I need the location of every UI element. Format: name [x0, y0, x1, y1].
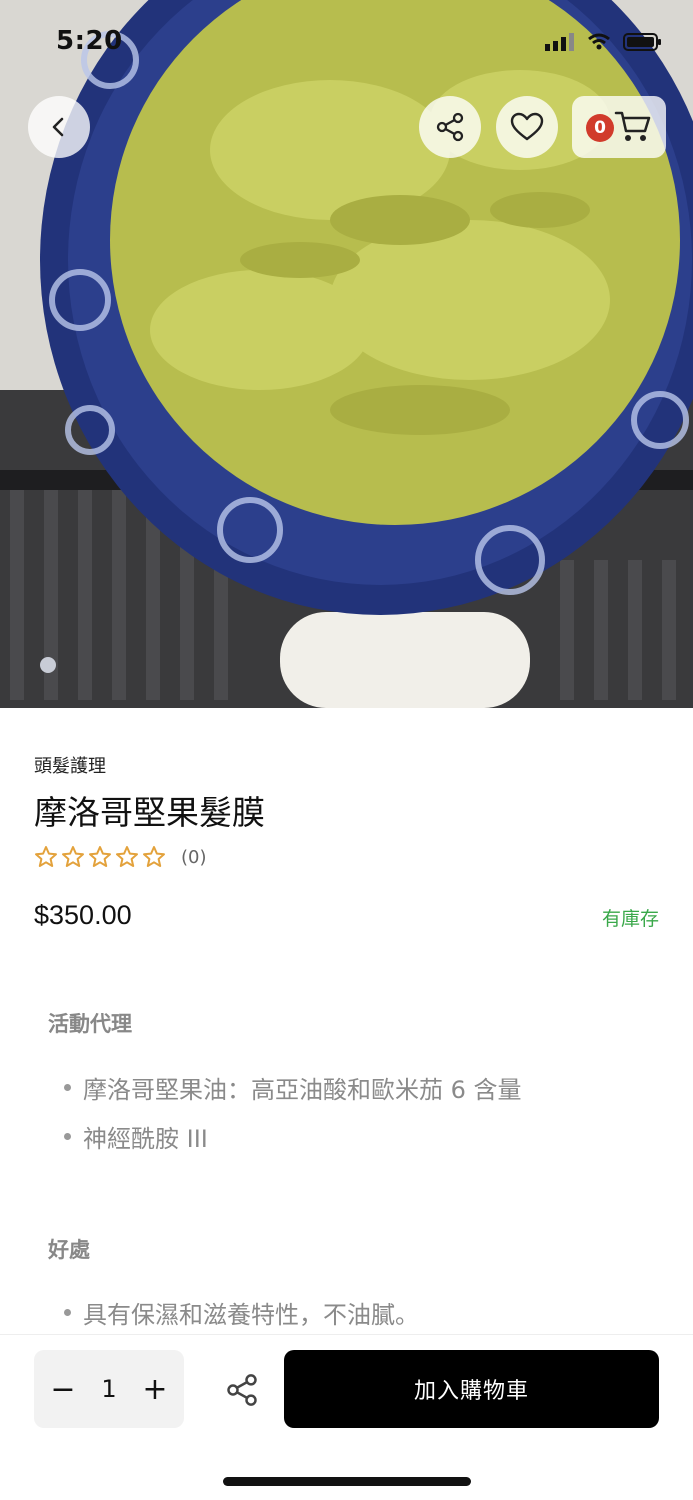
wifi-icon	[588, 33, 610, 50]
star-icon	[35, 846, 57, 867]
star-icon	[62, 846, 84, 867]
signal-icon	[545, 33, 574, 51]
cart-icon	[614, 111, 651, 141]
list-item-text: 摩洛哥堅果油：高亞油酸和歐米茄 6 含量	[83, 1076, 522, 1104]
product-page: 5:20 0 頭髮護理 摩洛哥堅果髮膜 (0) $350.00 有庫存 活動代理…	[0, 0, 693, 1500]
add-to-cart-button[interactable]: 加入購物車	[284, 1350, 659, 1428]
product-title: 摩洛哥堅果髮膜	[34, 793, 265, 832]
product-category[interactable]: 頭髮護理	[34, 752, 106, 778]
quantity-value: 1	[101, 1375, 117, 1403]
cart-button[interactable]: 0	[572, 96, 666, 158]
list-item: 摩洛哥堅果油：高亞油酸和歐米茄 6 含量	[64, 1070, 522, 1105]
share-icon	[436, 112, 464, 142]
list-item-text: 具有保濕和滋養特性，不油膩。	[83, 1301, 419, 1329]
quantity-stepper[interactable]: − 1 +	[34, 1350, 184, 1428]
section-heading-actives: 活動代理	[48, 1012, 132, 1036]
battery-icon	[623, 33, 661, 51]
list-item: 神經酰胺 III	[64, 1119, 208, 1154]
back-button[interactable]	[28, 96, 90, 158]
heart-icon	[510, 112, 544, 141]
stock-status: 有庫存	[601, 908, 659, 930]
star-icon	[116, 846, 138, 867]
chevron-left-icon	[52, 117, 64, 137]
cart-count-badge: 0	[586, 114, 614, 142]
star-icon	[89, 846, 111, 867]
bullet-dot	[64, 1309, 71, 1316]
product-rating[interactable]: (0)	[34, 845, 207, 869]
status-time: 5:20	[56, 26, 123, 56]
list-item-text: 神經酰胺 III	[83, 1125, 208, 1153]
list-item: 具有保濕和滋養特性，不油膩。	[64, 1295, 419, 1330]
share-button[interactable]	[419, 96, 481, 158]
decrease-quantity-button[interactable]: −	[50, 1372, 76, 1407]
product-price: $350.00	[34, 900, 132, 930]
increase-quantity-button[interactable]: +	[142, 1372, 168, 1407]
favorite-button[interactable]	[496, 96, 558, 158]
home-indicator[interactable]	[223, 1477, 471, 1486]
rating-count: (0)	[181, 846, 207, 868]
bullet-dot	[64, 1084, 71, 1091]
bullet-dot	[64, 1133, 71, 1140]
section-heading-benefits: 好處	[48, 1238, 90, 1262]
star-icon	[143, 846, 165, 867]
carousel-indicator[interactable]	[40, 657, 56, 673]
share-icon	[227, 1374, 257, 1406]
status-icons	[545, 32, 663, 52]
share-product-button[interactable]	[224, 1372, 260, 1412]
